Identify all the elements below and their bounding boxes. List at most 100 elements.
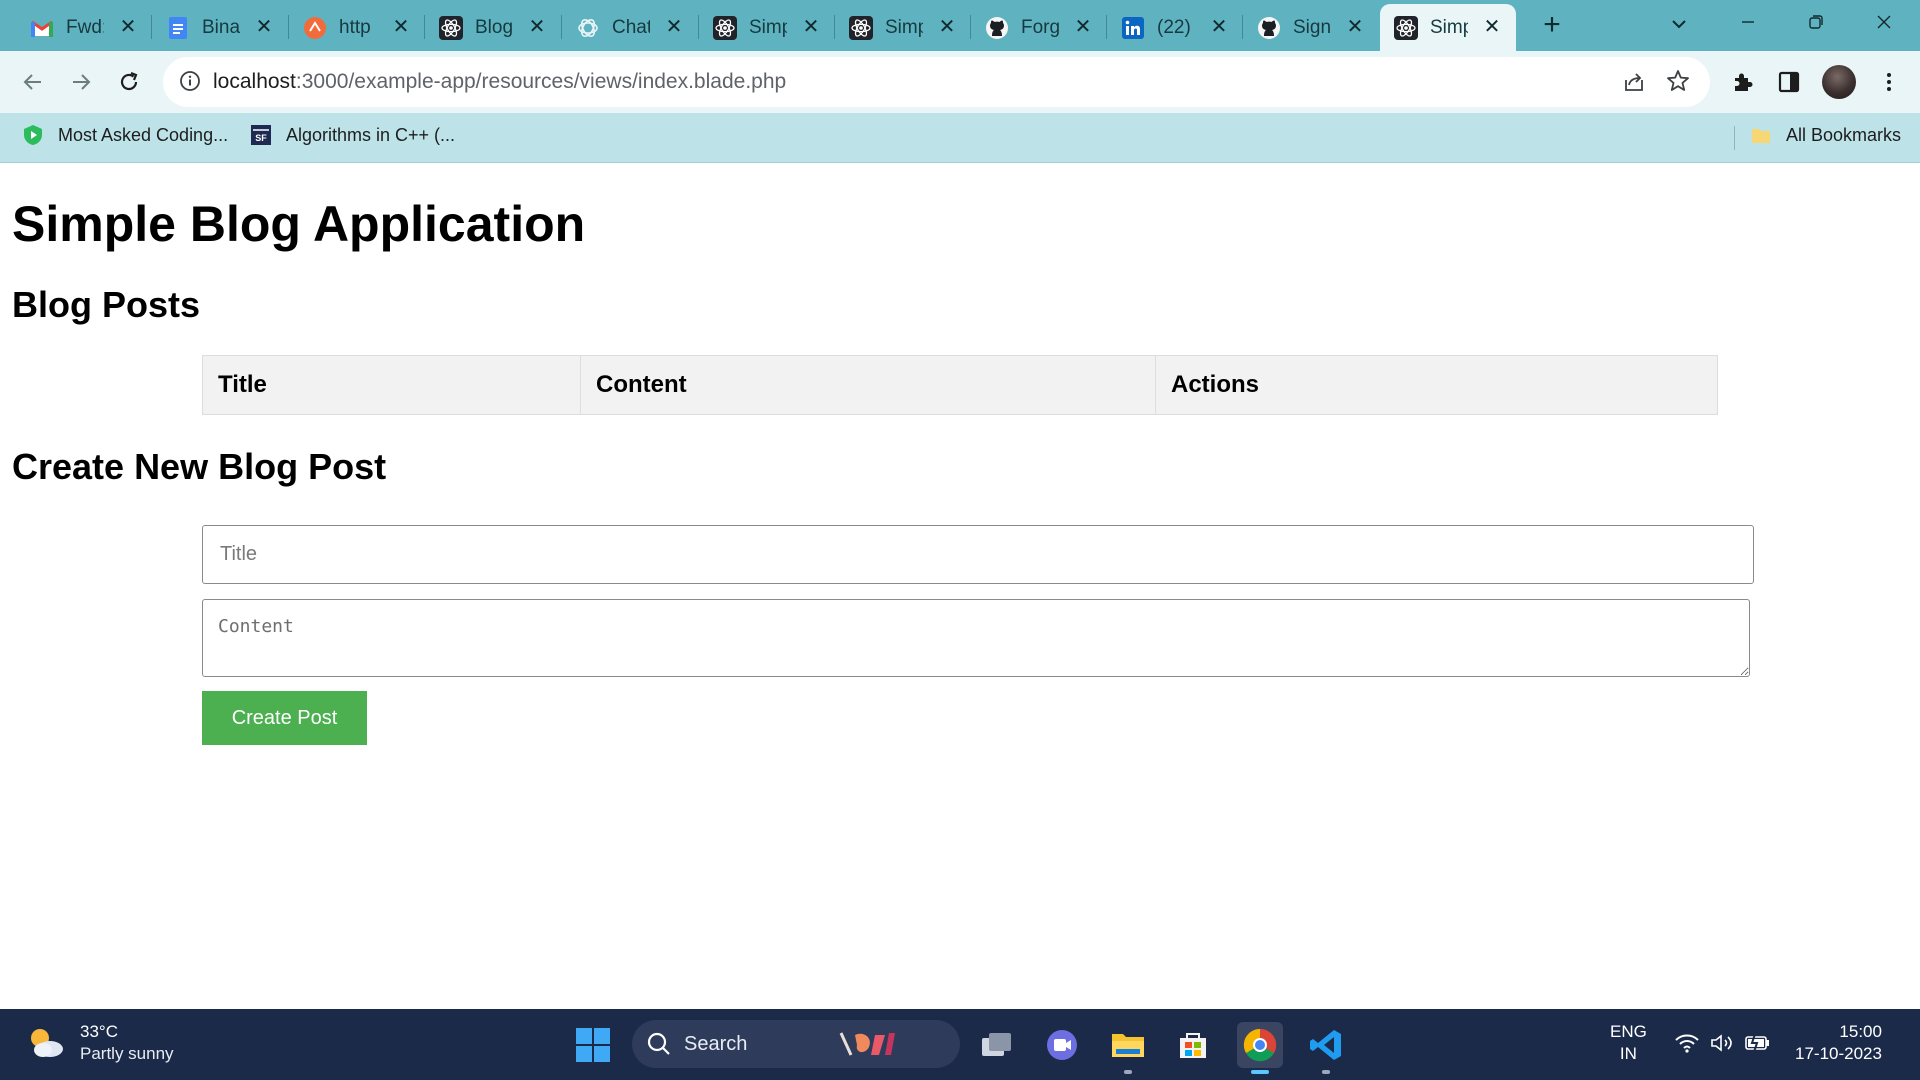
- arrow-left-icon: [23, 74, 41, 90]
- reload-icon: [120, 71, 138, 91]
- close-window-button[interactable]: [1850, 0, 1918, 44]
- tab-http[interactable]: http ✕: [289, 4, 425, 51]
- teams-chat-button[interactable]: [1039, 1022, 1085, 1068]
- tab-simple-active[interactable]: Simp ✕: [1380, 4, 1516, 51]
- store-icon: [1180, 1033, 1206, 1058]
- bookmarks-bar: Most Asked Coding... SF Algorithms in C+…: [0, 113, 1920, 163]
- back-button[interactable]: [16, 65, 50, 99]
- url-host: localhost: [213, 70, 296, 93]
- tab-title: Simp: [885, 16, 923, 38]
- vscode-button[interactable]: [1303, 1022, 1349, 1074]
- clock-date: 17-10-2023: [1795, 1044, 1882, 1063]
- bookmark-label: Algorithms in C++ (...: [286, 124, 456, 145]
- weather-temperature: 33°C: [80, 1022, 118, 1041]
- browser-toolbar: localhost:3000/example-app/resources/vie…: [0, 51, 1920, 113]
- folder-icon: [1112, 1034, 1144, 1057]
- close-icon[interactable]: ✕: [1345, 17, 1365, 37]
- tab-simple-2[interactable]: Simp ✕: [835, 4, 971, 51]
- all-bookmarks-label: All Bookmarks: [1786, 124, 1902, 145]
- tab-search-button[interactable]: [1664, 12, 1694, 38]
- bookmark-label: Most Asked Coding...: [58, 124, 229, 145]
- tab-github-forgot[interactable]: Forg ✕: [971, 4, 1107, 51]
- tab-title: Sign: [1293, 16, 1331, 38]
- column-header-actions: Actions: [1155, 355, 1718, 415]
- sf-icon: SF: [251, 125, 271, 145]
- side-panel-icon[interactable]: [1772, 65, 1806, 99]
- tab-blog[interactable]: Blog ✕: [425, 4, 561, 51]
- clock-time: 15:00: [1839, 1022, 1882, 1041]
- bookmark-star-icon[interactable]: [1665, 68, 1691, 99]
- close-icon[interactable]: ✕: [1209, 17, 1229, 37]
- more-menu-icon[interactable]: [1872, 65, 1906, 99]
- close-icon[interactable]: ✕: [527, 17, 547, 37]
- task-view-icon: [982, 1033, 1011, 1056]
- search-icon: [647, 1032, 670, 1055]
- address-bar[interactable]: localhost:3000/example-app/resources/vie…: [163, 57, 1710, 107]
- close-icon[interactable]: ✕: [1073, 17, 1093, 37]
- info-icon[interactable]: [179, 70, 201, 97]
- create-heading: Create New Blog Post: [12, 446, 387, 487]
- close-icon[interactable]: ✕: [254, 17, 274, 37]
- url-path: :3000/example-app/resources/views/index.…: [295, 70, 787, 93]
- tab-linkedin[interactable]: (22) ✕: [1107, 4, 1243, 51]
- tab-title: Blog: [475, 16, 513, 38]
- reload-button[interactable]: [112, 65, 146, 99]
- react-icon: [713, 15, 737, 40]
- extensions-icon[interactable]: [1726, 65, 1760, 99]
- restore-button[interactable]: [1782, 0, 1850, 44]
- share-icon[interactable]: [1621, 69, 1647, 100]
- svg-text:SF: SF: [255, 133, 267, 143]
- new-tab-button[interactable]: +: [1536, 10, 1568, 42]
- file-explorer-button[interactable]: [1105, 1022, 1151, 1074]
- tab-simple-1[interactable]: Simp ✕: [699, 4, 835, 51]
- close-icon[interactable]: ✕: [391, 17, 411, 37]
- active-indicator: [1251, 1070, 1269, 1074]
- google-docs-icon: [166, 16, 190, 40]
- search-label: Search: [684, 1032, 748, 1055]
- close-icon[interactable]: ✕: [118, 17, 138, 37]
- chatgpt-icon: [576, 16, 600, 40]
- windows-icon: [576, 1028, 610, 1062]
- language-region: IN: [1619, 1044, 1637, 1063]
- weather-widget[interactable]: 33°C Partly sunny: [26, 1021, 174, 1065]
- search-highlight-icon: [840, 1032, 896, 1056]
- partly-sunny-icon: [31, 1029, 63, 1057]
- chrome-button[interactable]: [1237, 1022, 1283, 1074]
- page-title: Simple Blog Application: [12, 196, 586, 252]
- clock[interactable]: 15:00 17-10-2023: [1795, 1021, 1882, 1065]
- create-post-button[interactable]: Create Post: [202, 691, 367, 745]
- chrome-icon: [1243, 1028, 1277, 1062]
- start-button[interactable]: [570, 1022, 616, 1068]
- folder-icon: [1752, 129, 1770, 143]
- language-indicator[interactable]: ENG IN: [1610, 1021, 1647, 1065]
- tab-title: Simp: [749, 16, 787, 38]
- taskbar-search[interactable]: Search: [632, 1020, 960, 1068]
- tab-strip: Fwd: ✕ Bina ✕ http ✕ Blog ✕ Chat ✕ Sim ✕…: [0, 0, 1920, 51]
- close-icon[interactable]: ✕: [937, 17, 957, 37]
- bookmark-item[interactable]: Most Asked Coding...: [22, 124, 228, 146]
- title-input[interactable]: [202, 525, 1754, 584]
- avatar[interactable]: [1822, 65, 1856, 99]
- forward-button[interactable]: [64, 65, 98, 99]
- running-indicator: [1322, 1070, 1330, 1074]
- tab-chat[interactable]: Chat ✕: [562, 4, 698, 51]
- task-view-button[interactable]: [974, 1022, 1020, 1068]
- bookmark-item[interactable]: SF Algorithms in C++ (...: [250, 124, 455, 146]
- column-header-title: Title: [202, 355, 581, 415]
- close-icon[interactable]: ✕: [664, 17, 684, 37]
- tab-docs[interactable]: Bina ✕: [152, 4, 288, 51]
- microsoft-store-button[interactable]: [1170, 1022, 1216, 1068]
- chevron-down-icon: [1672, 20, 1686, 29]
- close-icon[interactable]: ✕: [1482, 17, 1502, 37]
- react-icon: [849, 15, 873, 40]
- table-header-row: Title Content Actions: [202, 355, 1718, 415]
- tab-gmail[interactable]: Fwd: ✕: [16, 4, 152, 51]
- tab-github-sign[interactable]: Sign ✕: [1243, 4, 1379, 51]
- all-bookmarks-button[interactable]: All Bookmarks: [1750, 124, 1901, 146]
- url-text[interactable]: localhost:3000/example-app/resources/vie…: [213, 70, 786, 94]
- close-icon[interactable]: ✕: [801, 17, 821, 37]
- minimize-button[interactable]: [1714, 0, 1782, 44]
- content-textarea[interactable]: [202, 599, 1750, 677]
- system-tray[interactable]: [1674, 1032, 1771, 1060]
- weather-text: 33°C Partly sunny: [80, 1021, 174, 1065]
